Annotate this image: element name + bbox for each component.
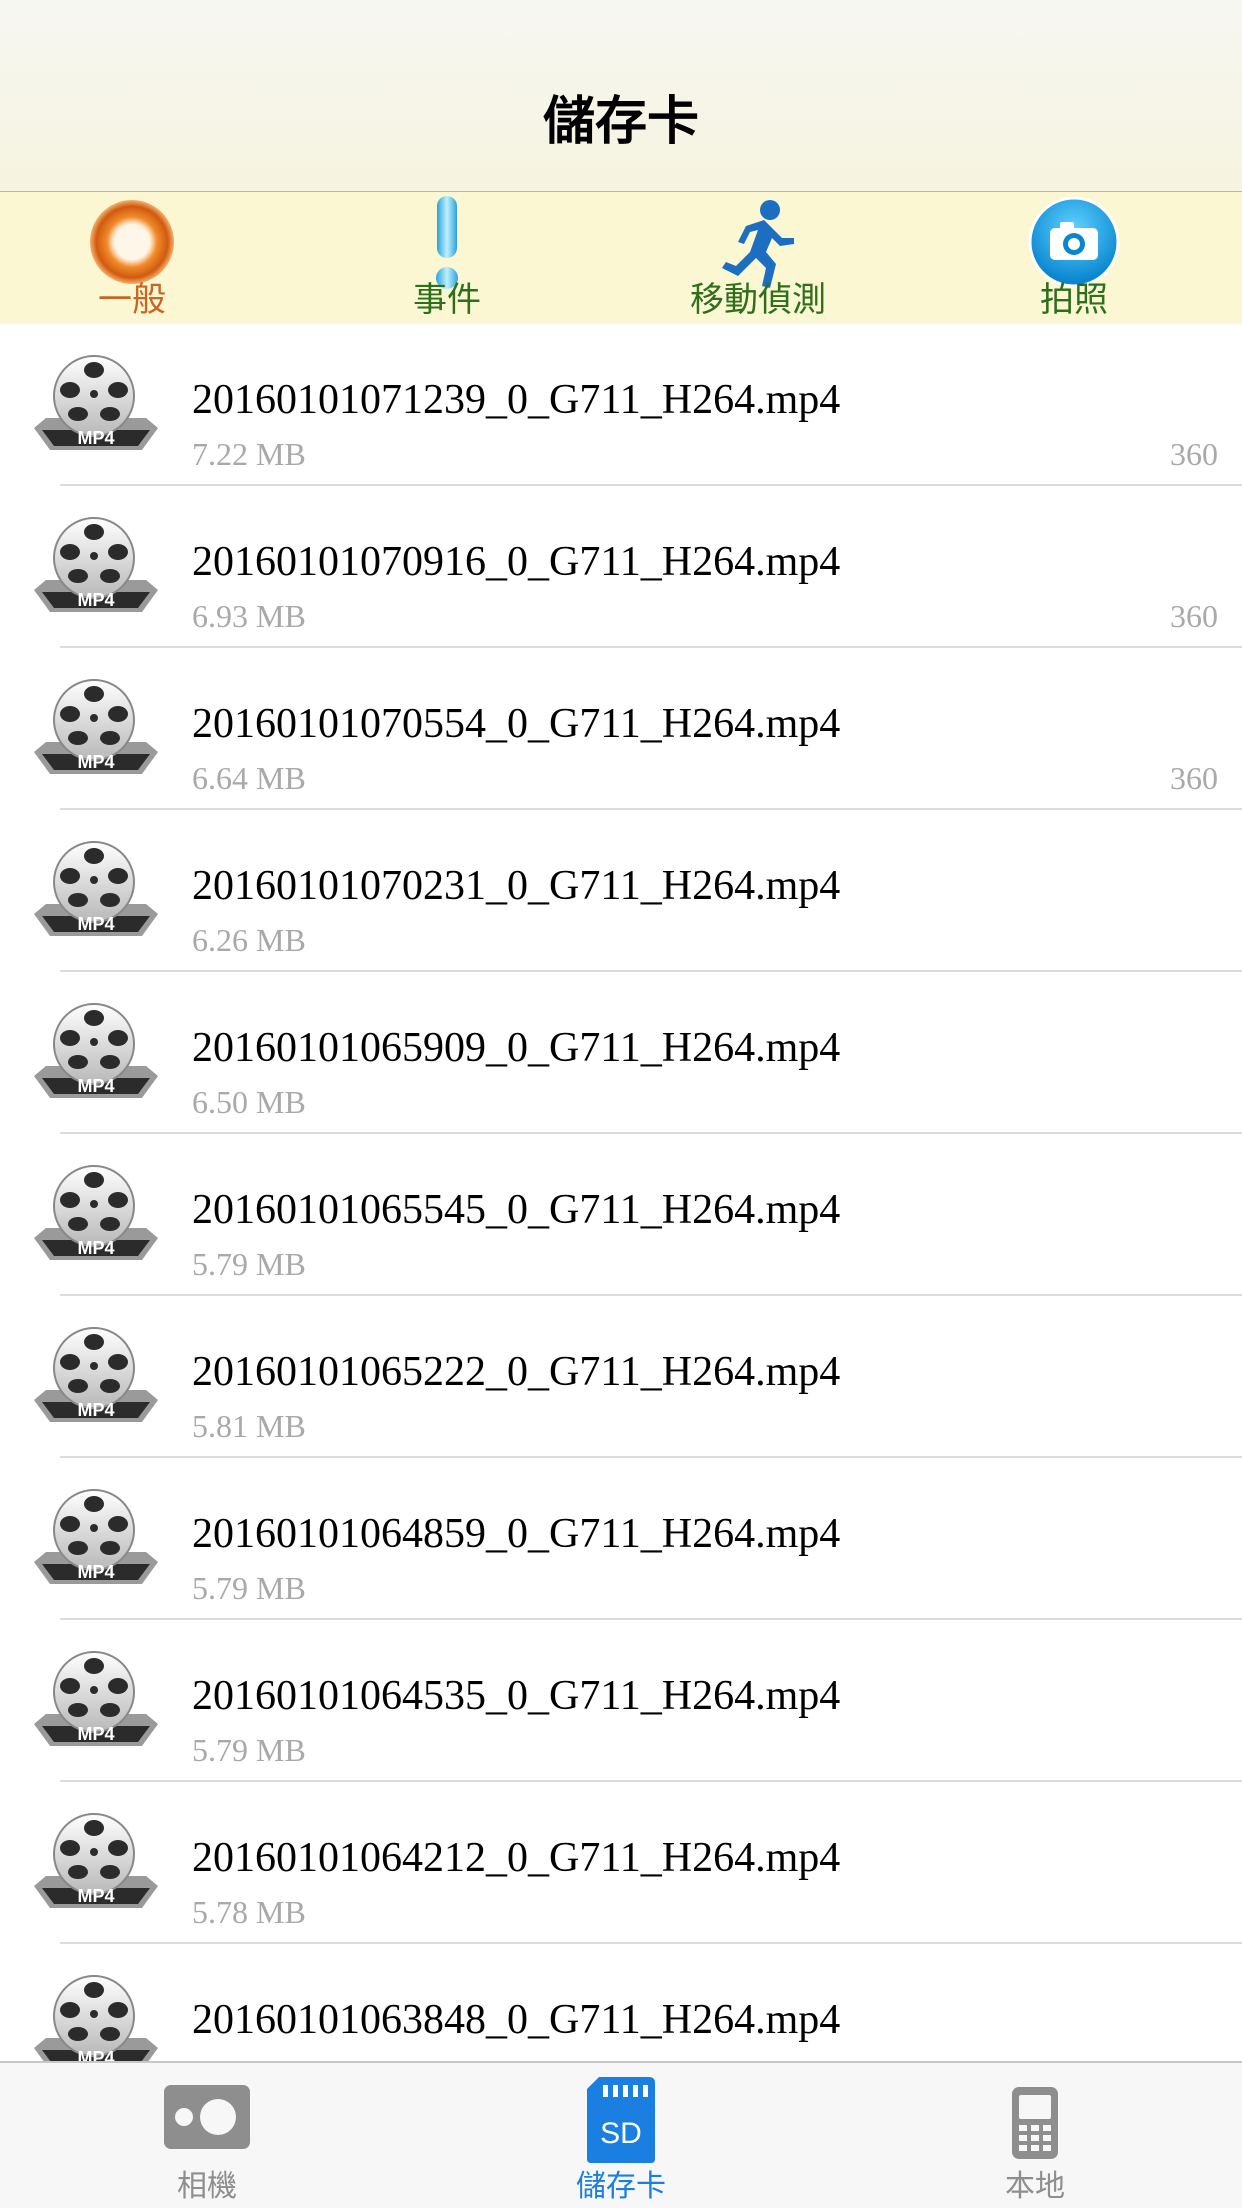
category-photo[interactable]: 拍照 — [974, 192, 1174, 324]
list-item[interactable]: MP4 20160101064212_0_G711_H264.mp4 5.78 M… — [0, 1782, 1242, 1944]
category-label: 事件 — [413, 280, 481, 320]
tab-camera[interactable]: 相機 — [77, 2063, 337, 2208]
sd-card-icon: SD — [587, 2077, 655, 2163]
mp4-file-icon: MP4 — [34, 1003, 158, 1098]
file-name: 20160101071239_0_G711_H264.mp4 — [192, 377, 841, 423]
mp4-badge: MP4 — [77, 1886, 114, 1906]
list-item[interactable]: MP4 20160101065909_0_G711_H264.mp4 6.50 M… — [0, 972, 1242, 1134]
mp4-badge: MP4 — [77, 1238, 114, 1258]
category-motion-detection[interactable]: 移動偵測 — [658, 192, 858, 324]
file-name: 20160101065909_0_G711_H264.mp4 — [192, 1025, 841, 1071]
mp4-file-icon: MP4 — [34, 1489, 158, 1584]
camera-icon — [1028, 196, 1120, 288]
file-list[interactable]: MP4 20160101071239_0_G711_H264.mp4 7.22 M… — [0, 324, 1242, 2061]
list-item[interactable]: MP4 20160101064535_0_G711_H264.mp4 5.79 M… — [0, 1620, 1242, 1782]
ring-icon — [90, 200, 174, 284]
file-tag: 360 — [1170, 760, 1218, 796]
file-size: 6.26 MB — [192, 922, 306, 958]
category-general[interactable]: 一般 — [32, 192, 232, 324]
file-size: 6.93 MB — [192, 598, 306, 634]
navigation-bar: 儲存卡 — [0, 0, 1242, 192]
mp4-file-icon: MP4 — [34, 1975, 158, 2061]
file-name: 20160101064535_0_G711_H264.mp4 — [192, 1673, 841, 1719]
file-size: 5.78 MB — [192, 1894, 306, 1930]
file-tag: 360 — [1170, 436, 1218, 472]
mp4-badge: MP4 — [77, 590, 114, 610]
list-item[interactable]: MP4 20160101065222_0_G711_H264.mp4 5.81 M… — [0, 1296, 1242, 1458]
mp4-file-icon: MP4 — [34, 1651, 158, 1746]
file-name: 20160101070554_0_G711_H264.mp4 — [192, 701, 841, 747]
tab-label: 相機 — [177, 2169, 237, 2204]
tab-sd-card[interactable]: SD 儲存卡 — [491, 2063, 751, 2208]
mp4-badge: MP4 — [77, 914, 114, 934]
mp4-file-icon: MP4 — [34, 355, 158, 450]
tab-local[interactable]: 本地 — [905, 2063, 1165, 2208]
file-size: 6.50 MB — [192, 1084, 306, 1120]
mp4-badge: MP4 — [77, 1724, 114, 1744]
mp4-badge: MP4 — [77, 1562, 114, 1582]
file-size: 5.79 MB — [192, 1246, 306, 1282]
mp4-badge: MP4 — [77, 752, 114, 772]
mp4-file-icon: MP4 — [34, 679, 158, 774]
list-item[interactable]: MP4 20160101070554_0_G711_H264.mp4 6.64 M… — [0, 648, 1242, 810]
file-name: 20160101064212_0_G711_H264.mp4 — [192, 1835, 841, 1881]
mp4-file-icon: MP4 — [34, 1165, 158, 1260]
file-name: 20160101063848_0_G711_H264.mp4 — [192, 1997, 841, 2043]
mp4-file-icon: MP4 — [34, 841, 158, 936]
list-item[interactable]: MP4 20160101064859_0_G711_H264.mp4 5.79 M… — [0, 1458, 1242, 1620]
mp4-file-icon: MP4 — [34, 517, 158, 612]
list-item[interactable]: MP4 20160101070231_0_G711_H264.mp4 6.26 M… — [0, 810, 1242, 972]
sd-badge: SD — [600, 2117, 642, 2150]
file-name: 20160101070916_0_G711_H264.mp4 — [192, 539, 841, 585]
tab-label: 儲存卡 — [576, 2169, 666, 2204]
mp4-badge: MP4 — [77, 2048, 114, 2061]
category-toolbar: 一般 事件 移動偵測 拍照 — [0, 192, 1242, 324]
category-label: 拍照 — [1040, 280, 1108, 320]
category-label: 一般 — [98, 280, 166, 320]
category-label: 移動偵測 — [690, 280, 826, 320]
running-man-icon — [722, 200, 794, 288]
mp4-file-icon: MP4 — [34, 1813, 158, 1908]
file-name: 20160101065222_0_G711_H264.mp4 — [192, 1349, 841, 1395]
category-event[interactable]: 事件 — [347, 192, 547, 324]
tab-label: 本地 — [1005, 2169, 1065, 2204]
file-size: 7.22 MB — [192, 436, 306, 472]
mp4-badge: MP4 — [77, 1076, 114, 1096]
file-name: 20160101070231_0_G711_H264.mp4 — [192, 863, 841, 909]
file-size: 5.79 MB — [192, 1570, 306, 1606]
list-item[interactable]: MP4 20160101070916_0_G711_H264.mp4 6.93 M… — [0, 486, 1242, 648]
file-tag: 360 — [1170, 598, 1218, 634]
list-item[interactable]: MP4 20160101063848_0_G711_H264.mp4 — [0, 1944, 1242, 2061]
file-size: 5.79 MB — [192, 1732, 306, 1768]
list-item[interactable]: MP4 20160101071239_0_G711_H264.mp4 7.22 M… — [0, 324, 1242, 486]
tab-bar: 相機 SD 儲存卡 本地 — [0, 2061, 1242, 2208]
page-title: 儲存卡 — [542, 92, 699, 152]
screen: 儲存卡 一般 事件 移動偵測 拍照 MP4 20160101071239_0_G… — [0, 0, 1242, 2208]
file-name: 20160101064859_0_G711_H264.mp4 — [192, 1511, 841, 1557]
phone-icon — [1012, 2087, 1058, 2159]
file-name: 20160101065545_0_G711_H264.mp4 — [192, 1187, 841, 1233]
exclamation-icon — [436, 196, 458, 289]
file-size: 5.81 MB — [192, 1408, 306, 1444]
list-item[interactable]: MP4 20160101065545_0_G711_H264.mp4 5.79 M… — [0, 1134, 1242, 1296]
mp4-badge: MP4 — [77, 1400, 114, 1420]
camera-body-icon — [164, 2085, 250, 2149]
mp4-file-icon: MP4 — [34, 1327, 158, 1422]
mp4-badge: MP4 — [77, 428, 114, 448]
file-size: 6.64 MB — [192, 760, 306, 796]
